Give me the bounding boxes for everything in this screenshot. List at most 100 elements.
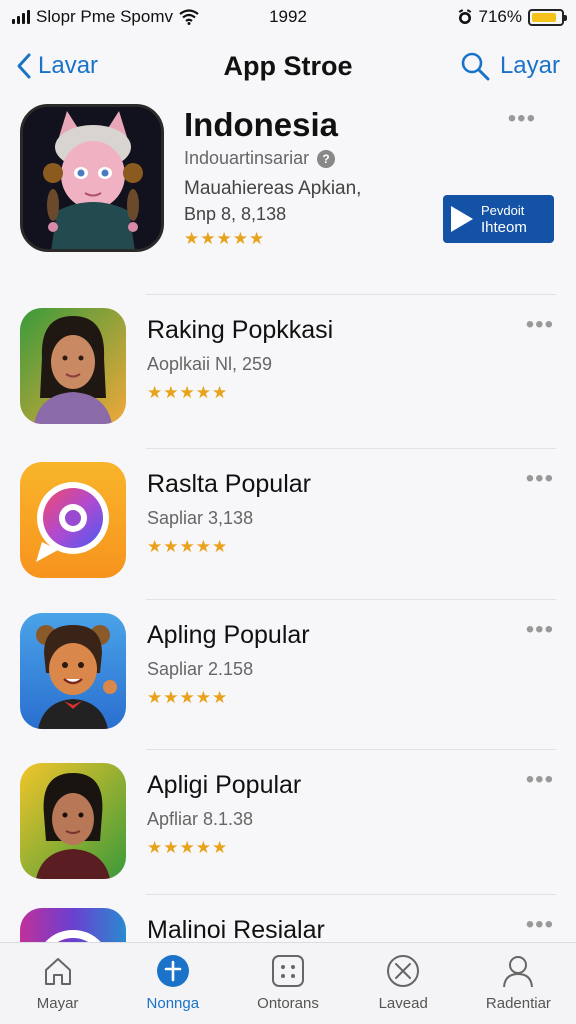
divider: [146, 294, 556, 295]
star-filled-icon: ★: [163, 838, 179, 857]
star-filled-icon: ★: [147, 688, 163, 707]
star-filled-icon: ★: [163, 688, 179, 707]
star-filled-icon: ★: [232, 229, 248, 248]
chevron-left-icon: [17, 53, 31, 79]
signal-icon: [12, 10, 30, 24]
star-filled-icon: ★: [179, 383, 195, 402]
star-filled-icon: ★: [212, 838, 228, 857]
star-filled-icon: ★: [163, 537, 179, 556]
star-filled-icon: ★: [200, 229, 216, 248]
search-button[interactable]: Layar: [460, 51, 560, 81]
battery-icon: [528, 8, 567, 26]
star-filled-icon: ★: [212, 688, 228, 707]
search-icon: [461, 52, 490, 81]
divider: [146, 448, 556, 449]
star-filled-icon: ★: [147, 383, 163, 402]
carrier-label: Slopr Pme Spomv: [36, 7, 173, 26]
back-label: Lavar: [38, 52, 99, 79]
app-name: Apligi Popular: [147, 771, 302, 799]
list-item[interactable]: Raslta Popular Sapliar 3,138 ★ ★ ★ ★ ★ •••: [0, 448, 576, 602]
star-filled-icon: ★: [184, 229, 200, 248]
search-label: Layar: [499, 52, 560, 79]
featured-app[interactable]: Indonesia Indouartinsariar ? Mauahiereas…: [18, 102, 558, 272]
info-icon: ?: [317, 149, 336, 168]
star-filled-icon: ★: [249, 229, 265, 248]
featured-rating: ★ ★ ★ ★ ★: [184, 230, 264, 247]
battery-fill: [532, 12, 556, 22]
star-filled-icon: ★: [179, 537, 195, 556]
featured-title: Indonesia: [184, 106, 339, 143]
avatar-bear-icon[interactable]: [20, 613, 126, 729]
tab-add[interactable]: Nonnga: [115, 943, 230, 1024]
star-filled-icon: ★: [195, 537, 211, 556]
get-button[interactable]: Pevdoit Ihteom: [443, 195, 554, 243]
tab-home[interactable]: Mayar: [0, 943, 115, 1024]
wifi-icon: [179, 9, 199, 25]
get-button-line2: Ihteom: [481, 219, 527, 236]
more-options-icon[interactable]: •••: [526, 467, 554, 491]
app-rating: ★ ★ ★ ★ ★: [147, 384, 227, 401]
play-icon: [451, 206, 473, 232]
person-icon: [500, 953, 536, 989]
app-rating: ★ ★ ★ ★ ★: [147, 538, 227, 555]
battery-percent: 716%: [478, 7, 522, 26]
alarm-icon: [458, 9, 471, 24]
status-left: Slopr Pme Spomv: [12, 7, 222, 27]
star-filled-icon: ★: [212, 537, 228, 556]
close-circle-icon: [385, 953, 421, 989]
tab-label: Mayar: [36, 995, 79, 1012]
status-right: 716%: [457, 7, 567, 27]
app-meta: Sapliar 2.158: [147, 659, 254, 679]
tab-label: Nonnga: [146, 995, 200, 1012]
star-filled-icon: ★: [147, 838, 163, 857]
featured-count: Bnp 8, 8,138: [184, 204, 287, 224]
star-filled-icon: ★: [195, 838, 211, 857]
app-meta: Sapliar 3,138: [147, 508, 254, 528]
more-options-icon[interactable]: •••: [526, 913, 554, 937]
status-bar: Slopr Pme Spomv 1992 716%: [0, 0, 576, 34]
more-options-icon[interactable]: •••: [526, 313, 554, 337]
avatar-woman-icon[interactable]: [20, 763, 126, 879]
list-item[interactable]: Apling Popular Sapliar 2.158 ★ ★ ★ ★ ★ •••: [0, 599, 576, 753]
featured-subtitle: Indouartinsariar ?: [184, 148, 336, 169]
tab-label: Radentiar: [485, 995, 551, 1012]
tab-label: Ontorans: [257, 995, 319, 1012]
divider: [146, 599, 556, 600]
tab-bar: Mayar Nonnga Ontorans Lavead Radentiar: [0, 942, 576, 1024]
star-filled-icon: ★: [195, 383, 211, 402]
tab-profile[interactable]: Radentiar: [461, 943, 576, 1024]
back-button[interactable]: Lavar: [16, 52, 98, 80]
tab-cancel[interactable]: Lavead: [346, 943, 461, 1024]
app-meta: Aoplkaii Nl, 259: [147, 354, 273, 374]
get-button-text: Pevdoit Ihteom: [481, 202, 527, 236]
get-button-line1: Pevdoit: [481, 203, 525, 218]
avatar-woman-icon[interactable]: [20, 308, 126, 424]
app-rating: ★ ★ ★ ★ ★: [147, 839, 227, 856]
list-item[interactable]: Apligi Popular Apfliar 8.1.38 ★ ★ ★ ★ ★ •••: [0, 749, 576, 903]
more-options-icon[interactable]: •••: [526, 768, 554, 792]
app-meta: Apfliar 8.1.38: [147, 809, 254, 829]
star-filled-icon: ★: [179, 688, 195, 707]
star-filled-icon: ★: [212, 383, 228, 402]
more-options-icon[interactable]: •••: [526, 618, 554, 642]
list-item[interactable]: Raking Popkkasi Aoplkaii Nl, 259 ★ ★ ★ ★ ★ •…: [0, 294, 576, 448]
plus-circle-icon: [155, 953, 191, 989]
star-filled-icon: ★: [163, 383, 179, 402]
featured-description: Mauahiereas Apkian,: [184, 178, 362, 199]
home-icon: [40, 953, 76, 989]
app-name: Raking Popkkasi: [147, 316, 334, 344]
more-options-icon[interactable]: •••: [508, 107, 536, 131]
star-filled-icon: ★: [147, 537, 163, 556]
star-filled-icon: ★: [179, 838, 195, 857]
star-filled-icon: ★: [216, 229, 232, 248]
tab-categories[interactable]: Ontorans: [230, 943, 345, 1024]
divider: [146, 894, 556, 895]
app-name: Malinoi Resialar: [147, 916, 325, 944]
featured-subtitle-text: Indouartinsariar: [184, 148, 310, 168]
chat-bubble-icon[interactable]: [20, 462, 126, 578]
star-filled-icon: ★: [195, 688, 211, 707]
cat-girl-app-icon[interactable]: [20, 104, 164, 252]
grid-icon: [270, 953, 306, 989]
nav-bar: Lavar App Stroe Layar: [0, 40, 576, 92]
app-name: Raslta Popular: [147, 470, 311, 498]
